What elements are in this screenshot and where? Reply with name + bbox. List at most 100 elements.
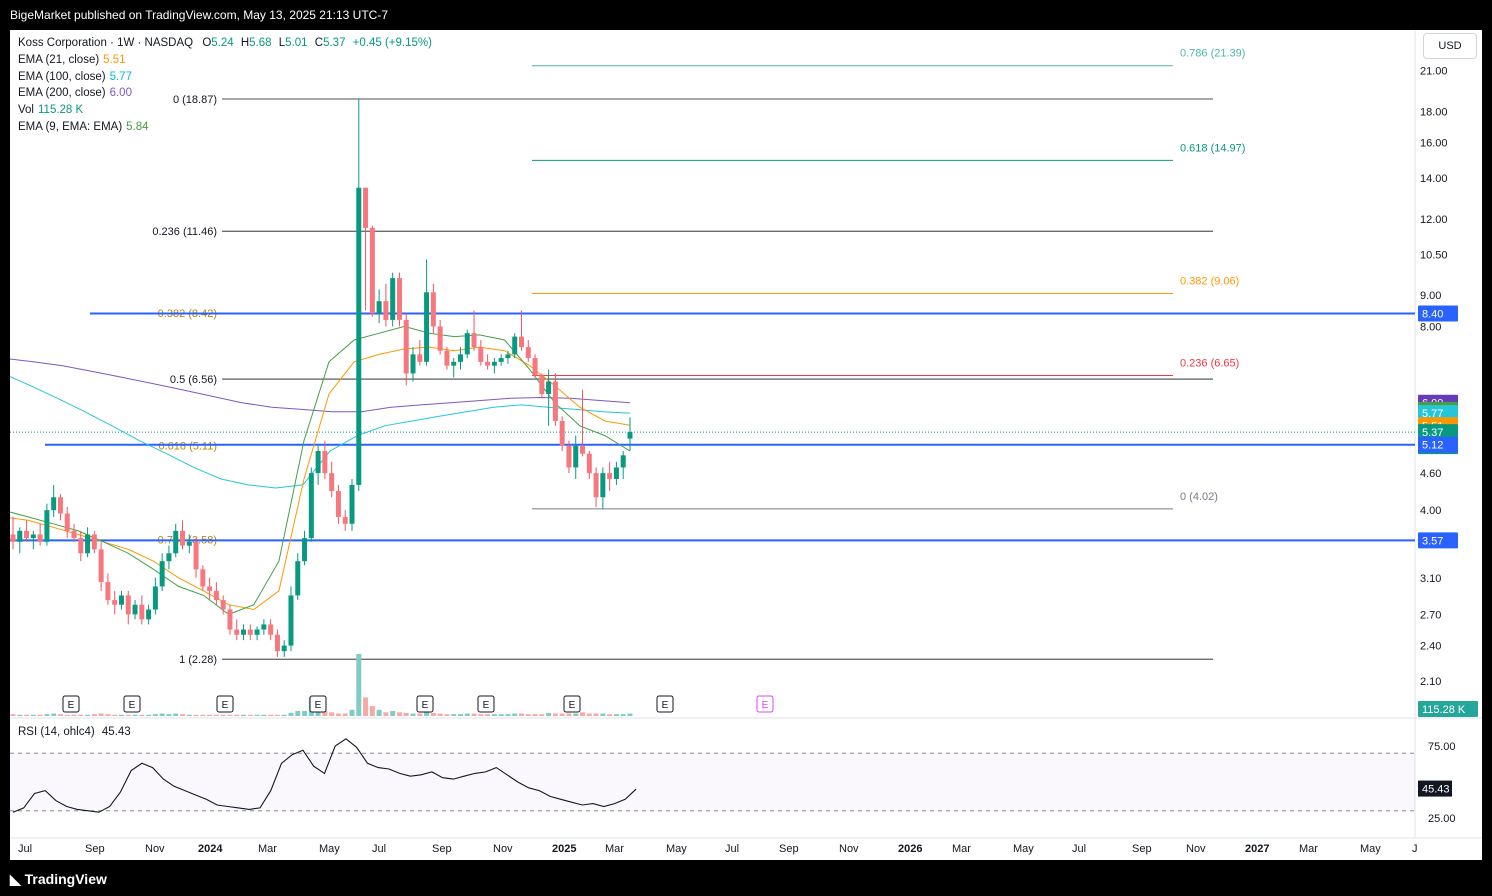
candle-body bbox=[383, 301, 389, 320]
legend-ema200-label: EMA (200, close) bbox=[18, 87, 106, 100]
volume-bar bbox=[186, 714, 192, 716]
volume-bar bbox=[91, 714, 97, 716]
volume-bar bbox=[464, 713, 470, 716]
x-tick-label: May bbox=[1013, 843, 1034, 855]
legend-vol-row[interactable]: Vol 115.28 K bbox=[18, 102, 432, 119]
volume-bar bbox=[51, 713, 57, 716]
legend-ema21-row[interactable]: EMA (21, close) 5.51 bbox=[18, 52, 432, 69]
legend-symbol[interactable]: Koss Corporation · 1W · NASDAQ bbox=[18, 37, 193, 49]
candle-body bbox=[451, 361, 457, 366]
x-tick-label: Sep bbox=[85, 843, 105, 855]
candle-body bbox=[627, 432, 633, 439]
volume-bar bbox=[329, 712, 335, 716]
legend-high-label: H bbox=[240, 37, 250, 49]
chart-canvas[interactable]: 21.00 18.00 16.00 14.00 12.00 10.50 9.00 8.00 4.… bbox=[10, 30, 1482, 860]
candle-body bbox=[390, 278, 396, 320]
y-tick-label: 12.00 bbox=[1420, 214, 1448, 226]
volume-bar bbox=[444, 714, 450, 716]
earnings-marker-text: E bbox=[662, 700, 669, 711]
candle-body bbox=[71, 530, 77, 539]
volume-bar bbox=[559, 713, 565, 716]
fib-ext-label: 0 (4.02) bbox=[1180, 491, 1218, 503]
earnings-marker-text: E bbox=[569, 700, 576, 711]
y-tick-label: 8.00 bbox=[1420, 321, 1441, 333]
earnings-marker[interactable]: E bbox=[416, 695, 434, 713]
candle-body bbox=[512, 336, 518, 355]
volume-bar bbox=[125, 714, 131, 716]
candle-body bbox=[349, 484, 355, 524]
legend-ema100-row[interactable]: EMA (100, close) 5.77 bbox=[18, 69, 432, 86]
x-tick-label: Sep bbox=[1132, 843, 1152, 855]
candle-body bbox=[193, 541, 199, 570]
rsi-legend-value: 45.43 bbox=[101, 726, 131, 738]
x-tick-label: Mar bbox=[1299, 843, 1318, 855]
fib-ext-label: 0.236 (6.65) bbox=[1180, 357, 1239, 369]
currency-button[interactable]: USD bbox=[1423, 33, 1477, 59]
x-tick-label: Jul bbox=[725, 843, 739, 855]
volume-bar bbox=[390, 711, 396, 716]
earnings-marker-text: E bbox=[222, 700, 229, 711]
x-tick-label: 2027 bbox=[1245, 843, 1269, 855]
volume-bar bbox=[356, 654, 362, 716]
volume-bar bbox=[98, 713, 104, 716]
earnings-marker[interactable]: E bbox=[563, 695, 581, 713]
candle-body bbox=[112, 600, 118, 605]
volume-bar bbox=[580, 712, 586, 716]
candle-body bbox=[478, 347, 484, 362]
legend-ema9-row[interactable]: EMA (9, EMA: EMA) 5.84 bbox=[18, 119, 432, 136]
fib-level-label: 0.5 (6.56) bbox=[170, 374, 217, 386]
candle-body bbox=[593, 473, 599, 498]
candle-body bbox=[363, 187, 369, 228]
x-tick-label: Sep bbox=[432, 843, 452, 855]
x-tick-label: Jul bbox=[1072, 843, 1086, 855]
y-tick-label: 2.70 bbox=[1420, 609, 1441, 621]
candle-body bbox=[302, 538, 308, 562]
legend-ema21-value: 5.51 bbox=[103, 53, 126, 66]
candle-body bbox=[274, 634, 280, 652]
y-tick-label: 4.00 bbox=[1420, 505, 1441, 517]
volume-bar bbox=[302, 711, 308, 716]
earnings-marker-text: E bbox=[129, 700, 136, 711]
volume-bar bbox=[505, 714, 511, 716]
legend-ema200-row[interactable]: EMA (200, close) 6.00 bbox=[18, 85, 432, 102]
earnings-marker[interactable]: E bbox=[62, 695, 80, 713]
earnings-marker-text: E bbox=[762, 700, 769, 711]
volume-bar bbox=[213, 714, 219, 716]
candle-body bbox=[552, 381, 558, 421]
x-tick-label: Jul bbox=[372, 843, 386, 855]
chart-panel[interactable]: 21.00 18.00 16.00 14.00 12.00 10.50 9.00 8.00 4.… bbox=[10, 30, 1482, 860]
candle-body bbox=[600, 473, 606, 498]
earnings-marker[interactable]: E bbox=[123, 695, 141, 713]
volume-bar bbox=[410, 713, 416, 716]
rsi-legend[interactable]: RSI (14, ohlc4) 45.43 bbox=[18, 726, 131, 738]
rsi-tick-label: 75.00 bbox=[1428, 741, 1456, 753]
legend-high: 5.68 bbox=[249, 37, 272, 49]
candle-body bbox=[620, 455, 626, 468]
candle-body bbox=[288, 595, 294, 646]
candle-body bbox=[396, 278, 402, 320]
volume-bar bbox=[166, 714, 172, 716]
earnings-marker[interactable]: E bbox=[756, 695, 774, 713]
earnings-marker[interactable]: E bbox=[477, 695, 495, 713]
earnings-marker[interactable]: E bbox=[656, 695, 674, 713]
x-tick-label: Nov bbox=[1186, 843, 1206, 855]
tradingview-logo[interactable]: ◣ TradingView bbox=[10, 871, 107, 888]
candle-body bbox=[505, 354, 511, 359]
volume-bar bbox=[519, 713, 524, 716]
x-tick-label: Nov bbox=[493, 843, 513, 855]
volume-bar bbox=[539, 714, 545, 716]
legend-open-label: O bbox=[202, 37, 212, 49]
volume-bar bbox=[430, 712, 436, 716]
earnings-marker[interactable]: E bbox=[309, 695, 327, 713]
candle-body bbox=[519, 336, 524, 348]
candle-body bbox=[376, 301, 382, 314]
rsi-value-label: 45.43 bbox=[1422, 784, 1450, 796]
volume-bar bbox=[566, 713, 572, 716]
candle-body bbox=[322, 451, 328, 474]
candle-body bbox=[403, 319, 409, 374]
volume-bar bbox=[424, 712, 430, 716]
volume-bar bbox=[254, 714, 260, 716]
candle-body bbox=[125, 595, 131, 615]
earnings-marker[interactable]: E bbox=[216, 695, 234, 713]
volume-bar bbox=[396, 712, 402, 716]
